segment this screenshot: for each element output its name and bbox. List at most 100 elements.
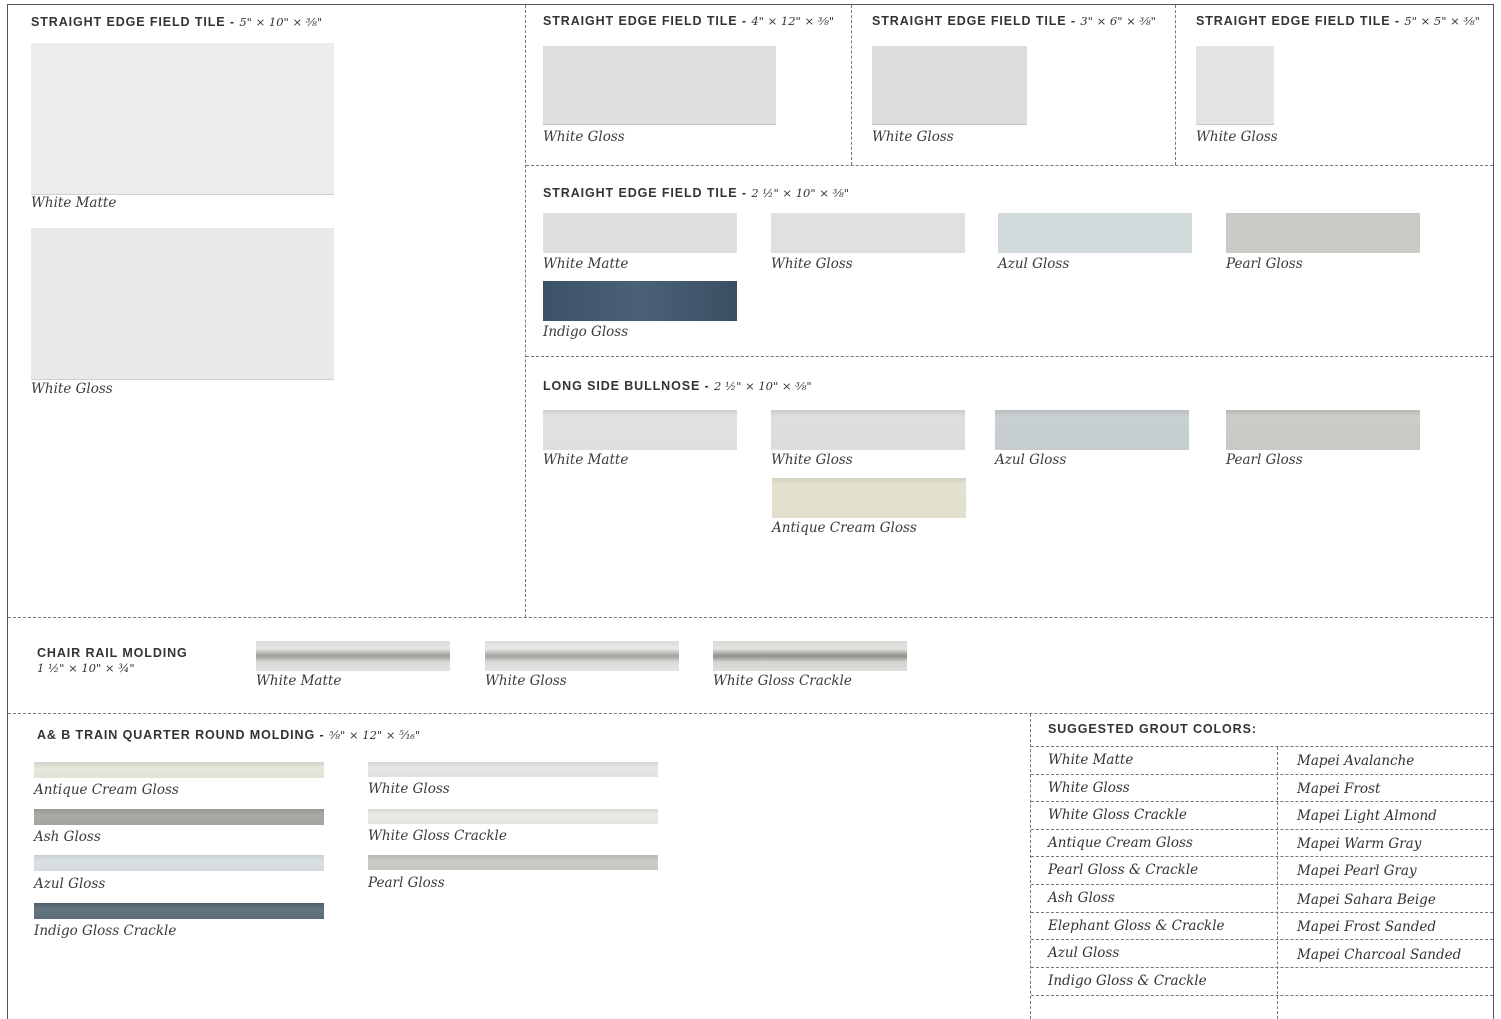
divider bbox=[1030, 714, 1031, 1019]
grout-tile-name: Antique Cream Gloss bbox=[1048, 835, 1193, 851]
tile-swatch bbox=[543, 281, 737, 321]
section-title: STRAIGHT EDGE FIELD TILE bbox=[543, 14, 738, 28]
section-title: STRAIGHT EDGE FIELD TILE bbox=[31, 15, 226, 29]
section-heading: STRAIGHT EDGE FIELD TILE - 5" × 10" × ⅜" bbox=[31, 15, 323, 29]
divider bbox=[1175, 5, 1176, 165]
tile-label: White Gloss bbox=[368, 781, 450, 797]
section-dimensions: 2 ½" × 10" × ⅜" bbox=[714, 379, 812, 393]
tile-label: White Gloss bbox=[31, 381, 113, 397]
tile-label: Indigo Gloss Crackle bbox=[34, 923, 177, 939]
section-heading: STRAIGHT EDGE FIELD TILE - 5" × 5" × ⅜" bbox=[1196, 14, 1480, 28]
grout-column-divider bbox=[1277, 747, 1278, 1019]
grout-row-divider bbox=[1031, 774, 1493, 775]
tile-swatch bbox=[34, 809, 324, 825]
grout-color-name: Mapei Pearl Gray bbox=[1297, 863, 1417, 879]
grout-row-divider bbox=[1031, 746, 1493, 747]
tile-catalog-sheet: STRAIGHT EDGE FIELD TILE - 5" × 10" × ⅜"… bbox=[0, 0, 1501, 1019]
section-dimensions: ⅝" × 12" × ⁵⁄₁₆" bbox=[328, 728, 421, 742]
tile-label: White Gloss bbox=[771, 452, 853, 468]
tile-swatch bbox=[34, 855, 324, 871]
section-heading: STRAIGHT EDGE FIELD TILE - 2 ½" × 10" × … bbox=[543, 186, 850, 200]
outer-border-right bbox=[1493, 4, 1494, 1019]
grout-row-divider bbox=[1031, 856, 1493, 857]
divider bbox=[8, 617, 1493, 618]
section-heading: LONG SIDE BULLNOSE - 2 ½" × 10" × ⅜" bbox=[543, 379, 812, 393]
tile-label: White Gloss bbox=[872, 129, 954, 145]
tile-swatch bbox=[31, 228, 334, 379]
tile-swatch bbox=[1226, 213, 1420, 253]
divider bbox=[8, 713, 1493, 714]
section-dimensions: 5" × 10" × ⅜" bbox=[239, 15, 323, 29]
tile-label: Pearl Gloss bbox=[1226, 452, 1303, 468]
grout-color-name: Mapei Frost bbox=[1297, 781, 1381, 797]
section-heading: STRAIGHT EDGE FIELD TILE - 4" × 12" × ⅜" bbox=[543, 14, 835, 28]
tile-label: White Gloss bbox=[543, 129, 625, 145]
tile-swatch bbox=[713, 641, 907, 671]
section-heading: A& B TRAIN QUARTER ROUND MOLDING - ⅝" × … bbox=[37, 728, 421, 742]
tile-label: Antique Cream Gloss bbox=[34, 782, 179, 798]
tile-swatch bbox=[1196, 46, 1274, 124]
grout-color-name: Mapei Charcoal Sanded bbox=[1297, 947, 1462, 963]
section-heading: STRAIGHT EDGE FIELD TILE - 3" × 6" × ⅜" bbox=[872, 14, 1156, 28]
tile-label: White Gloss bbox=[1196, 129, 1278, 145]
outer-border-top bbox=[7, 4, 1494, 5]
grout-tile-name: Elephant Gloss & Crackle bbox=[1048, 918, 1225, 934]
tile-swatch bbox=[34, 903, 324, 919]
grout-row-divider bbox=[1031, 912, 1493, 913]
section-title: STRAIGHT EDGE FIELD TILE bbox=[543, 186, 738, 200]
tile-label: White Matte bbox=[543, 452, 629, 468]
tile-label: White Matte bbox=[543, 256, 629, 272]
grout-tile-name: Ash Gloss bbox=[1048, 890, 1115, 906]
section-dimensions: 3" × 6" × ⅜" bbox=[1080, 14, 1156, 28]
section-dimensions: 1 ½" × 10" × ¾" bbox=[37, 661, 135, 675]
tile-swatch bbox=[771, 410, 965, 450]
section-title: LONG SIDE BULLNOSE bbox=[543, 379, 701, 393]
tile-label: Pearl Gloss bbox=[368, 875, 445, 891]
grout-row-divider bbox=[1031, 995, 1493, 996]
tile-swatch bbox=[543, 213, 737, 253]
outer-border-left bbox=[7, 4, 8, 1019]
tile-label: Ash Gloss bbox=[34, 829, 101, 845]
grout-color-name: Mapei Warm Gray bbox=[1297, 836, 1422, 852]
tile-label: Azul Gloss bbox=[995, 452, 1067, 468]
grout-color-name: Mapei Avalanche bbox=[1297, 753, 1415, 769]
tile-label: White Gloss Crackle bbox=[713, 673, 852, 689]
section-dimensions: 4" × 12" × ⅜" bbox=[751, 14, 835, 28]
tile-label: Azul Gloss bbox=[34, 876, 106, 892]
tile-swatch bbox=[995, 410, 1189, 450]
tile-swatch bbox=[543, 410, 737, 450]
tile-swatch bbox=[368, 855, 658, 870]
section-title: A& B TRAIN QUARTER ROUND MOLDING bbox=[37, 728, 316, 742]
grout-row-divider bbox=[1031, 939, 1493, 940]
grout-tile-name: Pearl Gloss & Crackle bbox=[1048, 862, 1199, 878]
tile-swatch bbox=[543, 46, 776, 124]
tile-label: Antique Cream Gloss bbox=[772, 520, 917, 536]
tile-label: White Gloss Crackle bbox=[368, 828, 507, 844]
tile-label: White Matte bbox=[31, 195, 117, 211]
tile-swatch bbox=[872, 46, 1027, 124]
grout-table-title: SUGGESTED GROUT COLORS: bbox=[1048, 722, 1257, 736]
grout-tile-name: White Matte bbox=[1048, 752, 1134, 768]
tile-swatch bbox=[34, 762, 324, 778]
divider bbox=[525, 5, 526, 617]
grout-row-divider bbox=[1031, 967, 1493, 968]
section-title: STRAIGHT EDGE FIELD TILE bbox=[1196, 14, 1391, 28]
tile-swatch bbox=[368, 809, 658, 824]
section-title: CHAIR RAIL MOLDING bbox=[37, 646, 188, 660]
grout-color-name: Mapei Light Almond bbox=[1297, 808, 1437, 824]
tile-swatch bbox=[31, 43, 334, 194]
tile-label: White Matte bbox=[256, 673, 342, 689]
grout-tile-name: Azul Gloss bbox=[1048, 945, 1120, 961]
tile-label: White Gloss bbox=[485, 673, 567, 689]
tile-label: Azul Gloss bbox=[998, 256, 1070, 272]
tile-swatch bbox=[772, 478, 966, 518]
tile-label: Indigo Gloss bbox=[543, 324, 629, 340]
grout-color-name: Mapei Frost Sanded bbox=[1297, 919, 1436, 935]
section-dimensions: 5" × 5" × ⅜" bbox=[1404, 14, 1480, 28]
grout-tile-name: Indigo Gloss & Crackle bbox=[1048, 973, 1207, 989]
section-dimensions: 2 ½" × 10" × ⅜" bbox=[751, 186, 850, 200]
tile-swatch bbox=[485, 641, 679, 671]
grout-row-divider bbox=[1031, 884, 1493, 885]
section-title: STRAIGHT EDGE FIELD TILE bbox=[872, 14, 1067, 28]
divider bbox=[851, 5, 852, 165]
